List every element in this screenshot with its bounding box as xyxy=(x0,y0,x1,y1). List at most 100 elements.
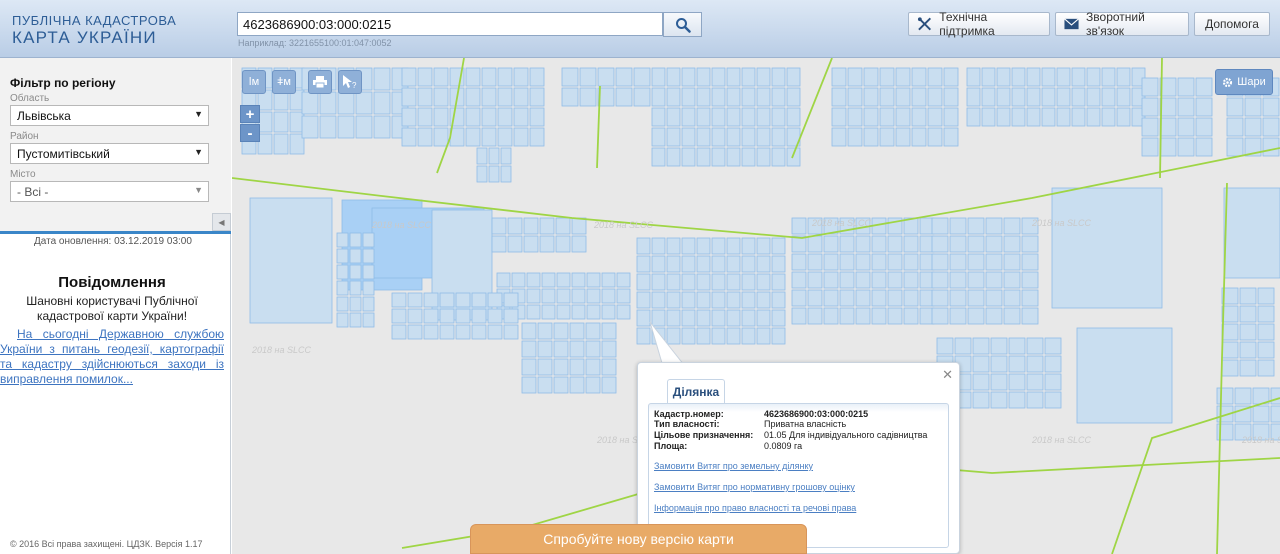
land-parcel xyxy=(666,237,681,255)
feedback-button[interactable]: Зворотний зв'язок xyxy=(1055,10,1189,38)
land-parcel xyxy=(1141,117,1159,137)
land-parcel xyxy=(966,107,981,127)
tab-parcel[interactable]: Ділянка xyxy=(667,379,725,403)
print-button[interactable] xyxy=(308,70,332,94)
measure-area-button[interactable]: ǂм xyxy=(272,70,296,94)
land-parcel xyxy=(362,232,375,248)
land-parcel xyxy=(807,253,823,271)
district-select[interactable]: Пустомитівський ▼ xyxy=(10,143,209,164)
land-parcel xyxy=(556,272,571,288)
land-parcel xyxy=(666,291,681,309)
land-parcel xyxy=(636,273,651,291)
land-parcel xyxy=(711,273,726,291)
land-parcel xyxy=(726,67,741,87)
land-parcel xyxy=(1003,271,1021,289)
zoom-out-button[interactable]: - xyxy=(240,124,260,142)
land-parcel xyxy=(911,87,927,107)
land-parcel xyxy=(696,291,711,309)
land-parcel xyxy=(972,373,990,391)
region-select[interactable]: Львівська ▼ xyxy=(10,105,209,126)
land-parcel xyxy=(1221,323,1239,341)
land-parcel xyxy=(696,147,711,167)
land-parcel xyxy=(791,271,807,289)
land-parcel xyxy=(1051,187,1163,309)
ownership-info-link[interactable]: Інформація про право власності та речові… xyxy=(654,503,856,513)
land-parcel xyxy=(1026,373,1044,391)
land-parcel xyxy=(355,115,373,139)
land-parcel xyxy=(362,280,375,296)
dropdown-arrow-icon: ▼ xyxy=(194,109,203,119)
land-parcel xyxy=(585,376,601,394)
layers-button[interactable]: Шари xyxy=(1215,69,1273,95)
land-parcel xyxy=(696,107,711,127)
land-parcel xyxy=(391,324,407,340)
land-parcel xyxy=(417,87,433,107)
land-parcel xyxy=(726,107,741,127)
land-parcel xyxy=(1195,97,1213,117)
land-parcel xyxy=(651,237,666,255)
land-parcel xyxy=(887,235,903,253)
ruler-icon: ǀм xyxy=(248,76,260,88)
land-parcel xyxy=(807,289,823,307)
land-parcel xyxy=(529,107,545,127)
land-parcel xyxy=(487,324,503,340)
watermark-text: 2018 на SLCC xyxy=(811,218,871,228)
land-parcel xyxy=(423,308,439,324)
search-input[interactable] xyxy=(237,12,663,36)
land-parcel xyxy=(839,235,855,253)
land-parcel xyxy=(1257,305,1275,323)
land-parcel xyxy=(666,255,681,273)
zoom-in-button[interactable]: + xyxy=(240,105,260,123)
help-button[interactable]: Допомога xyxy=(1194,12,1270,36)
cadastral-map[interactable]: 2018 на SLCC 2018 на SLCC 2018 на SLCC 2018… xyxy=(232,58,1280,554)
collapse-sidebar-button[interactable]: ◀ xyxy=(212,213,231,231)
land-parcel xyxy=(1177,97,1195,117)
land-parcel xyxy=(555,217,571,235)
district-value: Пустомитівський xyxy=(17,147,110,161)
land-parcel xyxy=(585,322,601,340)
land-parcel xyxy=(756,127,771,147)
order-valuation-extract-link[interactable]: Замовити Витяг про нормативну грошову оц… xyxy=(654,482,855,492)
close-icon[interactable]: ✕ xyxy=(942,367,953,383)
identify-button[interactable]: ? xyxy=(338,70,362,94)
land-parcel xyxy=(1226,117,1244,137)
land-parcel xyxy=(985,253,1003,271)
land-parcel xyxy=(1003,307,1021,325)
land-parcel xyxy=(1116,107,1131,127)
region-filter: Фільтр по регіону Область Львівська ▼ Ра… xyxy=(0,58,231,234)
land-parcel xyxy=(990,337,1008,355)
city-select[interactable]: - Всі - ▼ xyxy=(10,181,209,202)
land-parcel xyxy=(954,337,972,355)
search-button[interactable] xyxy=(663,12,702,37)
land-parcel xyxy=(681,291,696,309)
order-land-extract-link[interactable]: Замовити Витяг про земельну ділянку xyxy=(654,461,813,471)
watermark-text: 2018 на SLCC xyxy=(1241,435,1280,445)
try-new-version-banner[interactable]: Спробуйте нову версію карти xyxy=(470,524,807,554)
land-parcel xyxy=(911,67,927,87)
land-parcel xyxy=(879,87,895,107)
land-parcel xyxy=(1159,137,1177,157)
app-logo[interactable]: ПУБЛІЧНА КАДАСТРОВА КАРТА УКРАЇНИ xyxy=(12,14,176,46)
land-parcel xyxy=(439,324,455,340)
land-parcel xyxy=(726,127,741,147)
support-button[interactable]: Технічна підтримка xyxy=(908,10,1050,38)
notice-link[interactable]: На сьогодні Державною службою України з … xyxy=(0,327,224,387)
land-parcel xyxy=(553,322,569,340)
land-parcel xyxy=(696,327,711,345)
land-parcel xyxy=(319,115,337,139)
field-key: Площа: xyxy=(654,441,688,451)
land-parcel xyxy=(1003,253,1021,271)
land-parcel xyxy=(497,127,513,147)
land-parcel xyxy=(711,147,726,167)
land-parcel xyxy=(1101,67,1116,87)
land-parcel xyxy=(903,271,919,289)
land-parcel xyxy=(711,87,726,107)
land-parcel xyxy=(927,107,943,127)
land-parcel xyxy=(1226,97,1244,117)
measure-distance-button[interactable]: ǀм xyxy=(242,70,266,94)
land-parcel xyxy=(967,235,985,253)
land-parcel xyxy=(1116,67,1131,87)
land-parcel xyxy=(391,308,407,324)
region-value: Львівська xyxy=(17,109,71,123)
land-parcel xyxy=(561,67,579,87)
